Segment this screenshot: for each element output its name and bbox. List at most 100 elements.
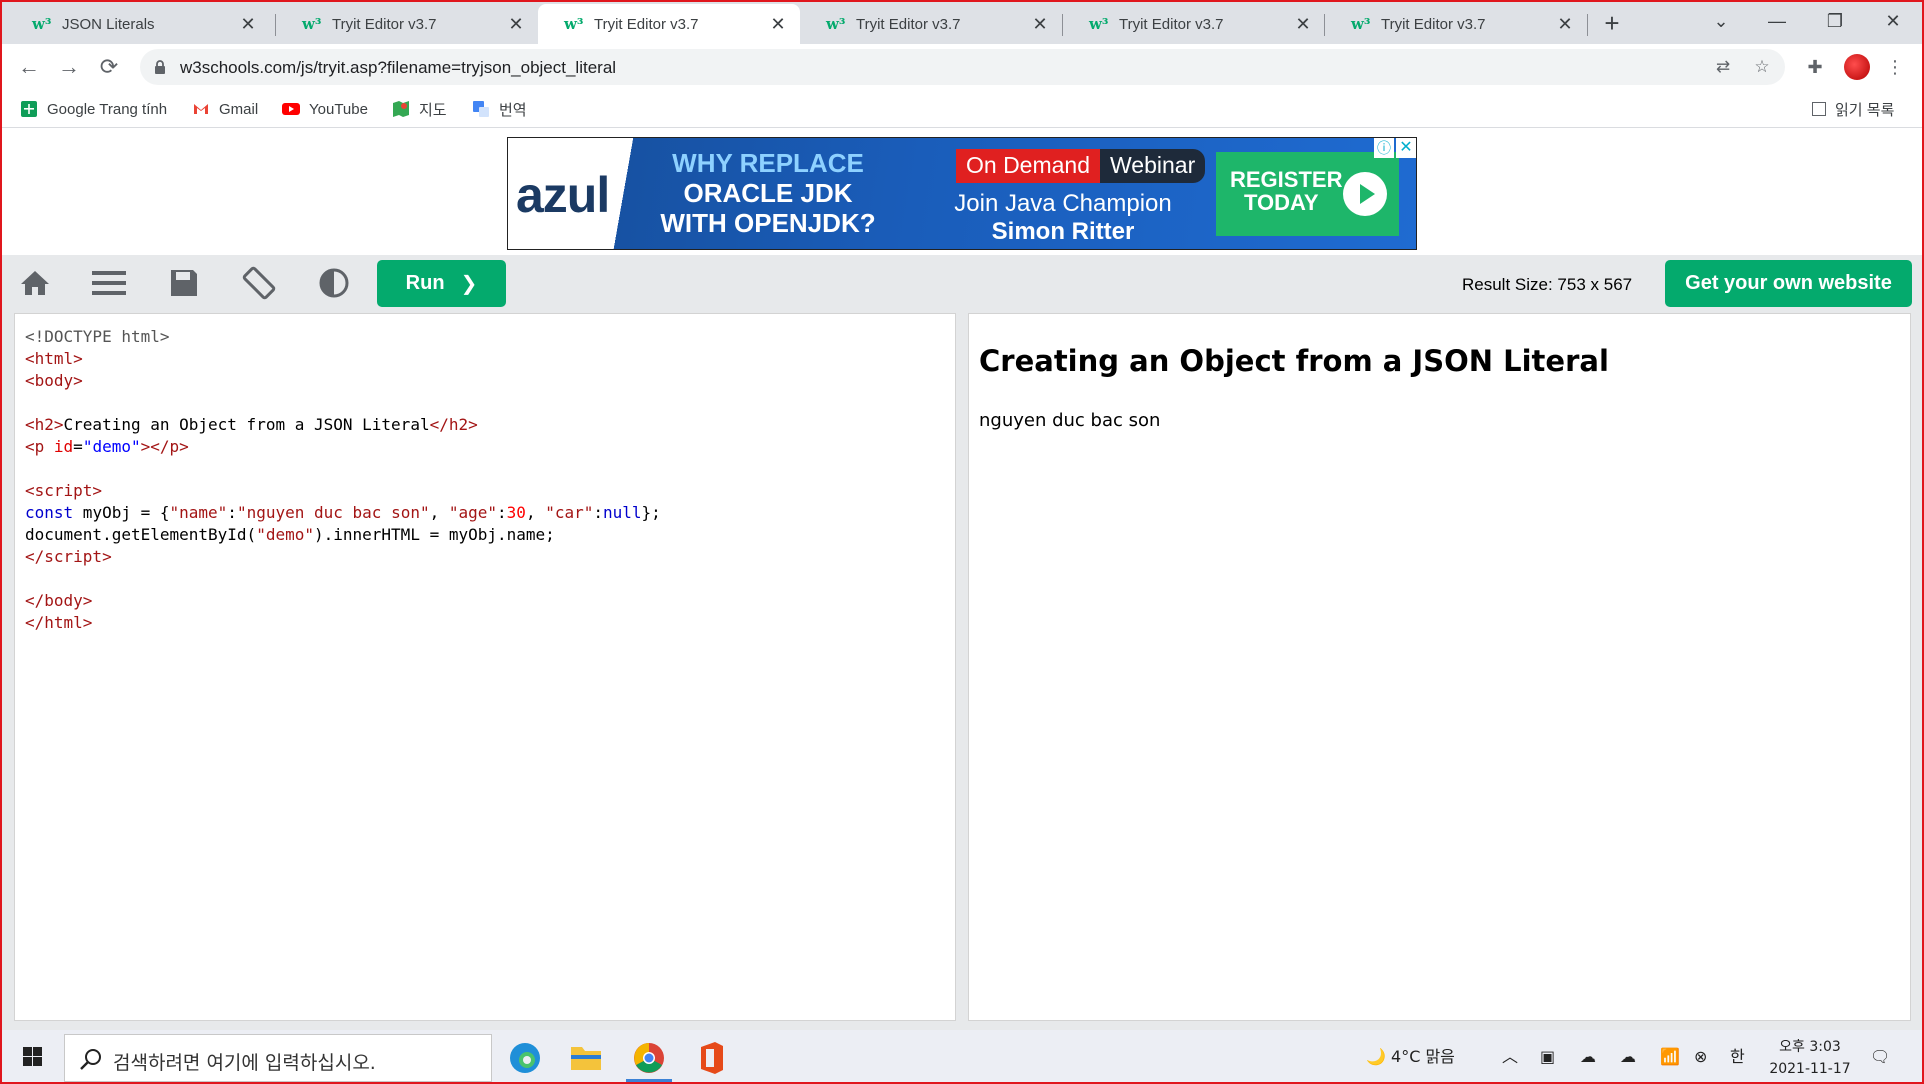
tab-title: Tryit Editor v3.7: [594, 15, 699, 33]
address-bar[interactable]: w3schools.com/js/tryit.asp?filename=tryj…: [140, 49, 1785, 85]
onedrive-cloud-icon[interactable]: ☁: [1580, 1044, 1596, 1070]
tray-show-hidden-icon[interactable]: ︿: [1502, 1044, 1518, 1070]
bookmark-label: Google Trang tính: [47, 100, 168, 118]
home-button[interactable]: [14, 265, 56, 301]
code-dom-arg: "demo": [256, 525, 314, 544]
tab-tryit-editor[interactable]: w³ Tryit Editor v3.7 ✕: [1325, 4, 1587, 44]
url-text: w3schools.com/js/tryit.asp?filename=tryj…: [180, 58, 617, 77]
chevron-right-icon: ❯: [460, 273, 478, 295]
maps-icon: [393, 101, 409, 117]
azul-ad-banner[interactable]: azul WHY REPLACE ORACLE JDK WITH OPENJDK…: [507, 137, 1417, 250]
taskbar-search-box[interactable]: 검색하려면 여기에 입력하십시오.: [64, 1034, 492, 1082]
ad-register-button[interactable]: REGISTER TODAY: [1216, 152, 1399, 236]
more-menu-icon[interactable]: ⋮: [1882, 54, 1908, 80]
close-window-button[interactable]: ✕: [1870, 6, 1916, 36]
forward-arrow-icon[interactable]: →: [54, 52, 84, 82]
hamburger-menu-icon: [92, 271, 126, 295]
result-size-label: Result Size: 753 x 567: [1462, 275, 1633, 294]
tab-search-dropdown-icon[interactable]: ⌄: [1698, 6, 1744, 36]
extensions-puzzle-icon[interactable]: ✚: [1802, 54, 1828, 80]
reading-list-icon: [1812, 102, 1826, 116]
menu-button[interactable]: [88, 265, 130, 301]
tab-close-icon[interactable]: ✕: [238, 14, 258, 34]
reading-list-label: 읽기 목록: [1835, 101, 1895, 119]
tray-cloud-icon[interactable]: ☁: [1620, 1044, 1636, 1070]
tab-close-icon[interactable]: ✕: [506, 14, 526, 34]
windows-start-icon[interactable]: [12, 1042, 54, 1072]
w3schools-favicon-icon: w³: [302, 15, 322, 33]
profile-avatar[interactable]: [1844, 54, 1870, 80]
ad-join-text: Join Java Champion Simon Ritter: [938, 190, 1188, 246]
code-p-id: "demo": [82, 437, 141, 456]
tab-close-icon[interactable]: ✕: [1555, 14, 1575, 34]
code-key: "car": [545, 503, 594, 522]
back-arrow-icon[interactable]: ←: [14, 52, 44, 82]
bookmark-maps[interactable]: 지도: [392, 98, 447, 120]
ad-webinar-label: Webinar: [1100, 149, 1206, 183]
code-value: null: [603, 503, 642, 522]
ad-on-demand-label: On Demand: [956, 149, 1101, 183]
bookmark-google-sheets[interactable]: Google Trang tính: [20, 98, 167, 120]
tab-json-literals[interactable]: w³ JSON Literals ✕: [6, 4, 270, 44]
tab-close-icon[interactable]: ✕: [1030, 14, 1050, 34]
rotate-orientation-button[interactable]: [238, 265, 280, 301]
bookmark-youtube[interactable]: YouTube: [282, 98, 368, 120]
ime-indicator[interactable]: 한: [1730, 1044, 1745, 1070]
tray-network-adapter-icon[interactable]: ▣: [1540, 1044, 1555, 1070]
tab-close-icon[interactable]: ✕: [768, 14, 788, 34]
contrast-half-circle-icon: [319, 268, 349, 298]
ad-join-line: Join Java Champion: [954, 190, 1172, 217]
rotate-screen-icon: [242, 266, 276, 300]
reading-list-button[interactable]: 읽기 목록: [1812, 98, 1894, 120]
tab-tryit-editor[interactable]: w³ Tryit Editor v3.7 ✕: [800, 4, 1062, 44]
ad-info-icon[interactable]: ⓘ: [1374, 138, 1394, 158]
youtube-icon: [282, 103, 300, 115]
ad-on-demand-webinar: On Demand Webinar: [956, 149, 1206, 183]
bookmark-translate[interactable]: 번역: [472, 98, 527, 120]
tab-tryit-editor[interactable]: w³ Tryit Editor v3.7 ✕: [1063, 4, 1325, 44]
bookmark-star-icon[interactable]: ☆: [1750, 55, 1774, 79]
browser-tab-strip: w³ JSON Literals ✕ w³ Tryit Editor v3.7 …: [0, 0, 1924, 44]
notification-icon[interactable]: 🗨: [1870, 1044, 1890, 1070]
weather-text: 4°C 맑음: [1391, 1047, 1455, 1066]
clock-time: 오후 3:03: [1779, 1039, 1841, 1055]
taskbar-file-explorer[interactable]: [557, 1034, 615, 1082]
tab-separator: [1587, 14, 1588, 36]
browser-toolbar: ← → ⟳ w3schools.com/js/tryit.asp?filenam…: [0, 44, 1924, 90]
bookmark-gmail[interactable]: Gmail: [192, 98, 258, 120]
translate-page-icon[interactable]: ⇄: [1711, 55, 1735, 79]
restore-button[interactable]: ❐: [1812, 6, 1858, 36]
weather-widget[interactable]: 🌙 4°C 맑음: [1366, 1044, 1455, 1070]
taskbar-chrome[interactable]: [620, 1034, 678, 1082]
run-button[interactable]: Run ❯: [377, 260, 506, 307]
save-button[interactable]: [163, 265, 205, 301]
editor-panes: <!DOCTYPE html> <html> <body> <h2>Creati…: [0, 311, 1924, 1030]
tab-tryit-editor-active[interactable]: w³ Tryit Editor v3.7 ✕: [538, 4, 800, 44]
code-h2-text: Creating an Object from a JSON Literal: [63, 415, 430, 434]
result-demo-text: nguyen duc bac son: [979, 410, 1161, 431]
result-frame[interactable]: Creating an Object from a JSON Literal n…: [968, 313, 1911, 1021]
search-placeholder: 검색하려면 여기에 입력하십시오.: [113, 1052, 376, 1074]
minimize-button[interactable]: —: [1754, 6, 1800, 36]
ad-close-icon[interactable]: ✕: [1396, 138, 1416, 158]
bookmark-label: 번역: [499, 101, 527, 119]
ad-headline: WHY REPLACE ORACLE JDK WITH OPENJDK?: [648, 148, 888, 238]
tab-title: Tryit Editor v3.7: [1119, 15, 1224, 33]
new-tab-button[interactable]: +: [1596, 9, 1628, 37]
code-editor[interactable]: <!DOCTYPE html> <html> <body> <h2>Creati…: [14, 313, 956, 1021]
reload-icon[interactable]: ⟳: [94, 52, 124, 82]
wifi-icon[interactable]: 📶: [1660, 1044, 1680, 1070]
taskbar-office[interactable]: [682, 1034, 740, 1082]
dark-mode-toggle[interactable]: [313, 265, 355, 301]
w3schools-favicon-icon: w³: [1089, 15, 1109, 33]
get-your-own-website-button[interactable]: Get your own website: [1665, 260, 1912, 307]
tab-tryit-editor[interactable]: w³ Tryit Editor v3.7 ✕: [276, 4, 538, 44]
chrome-browser-icon: [634, 1043, 664, 1073]
taskbar-edge[interactable]: [496, 1034, 554, 1082]
volume-muted-icon[interactable]: ⊗: [1694, 1044, 1707, 1070]
taskbar-clock[interactable]: 오후 3:03 2021-11-17: [1768, 1036, 1852, 1080]
tab-close-icon[interactable]: ✕: [1293, 14, 1313, 34]
run-label: Run: [405, 272, 445, 294]
azul-logo: azul: [516, 167, 610, 223]
code-text[interactable]: <!DOCTYPE html> <html> <body> <h2>Creati…: [25, 326, 661, 634]
